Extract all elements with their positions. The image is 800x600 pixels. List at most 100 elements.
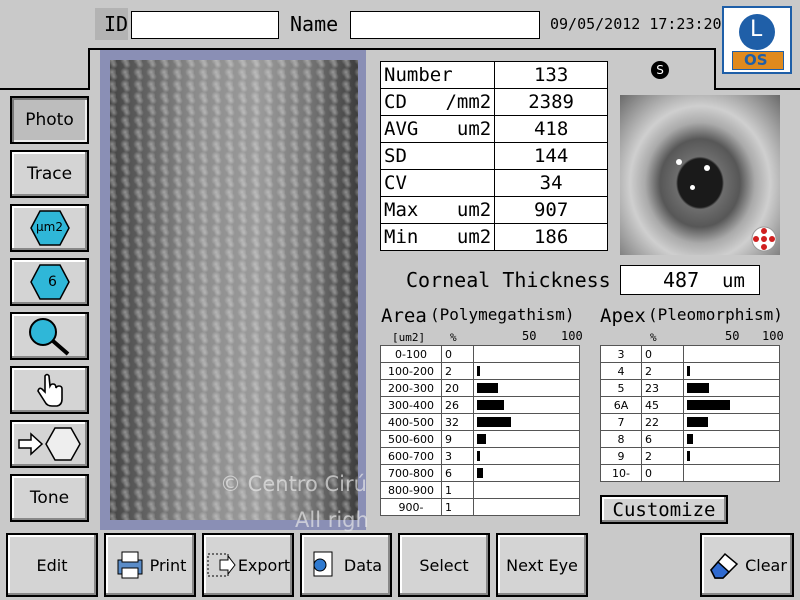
histogram-bar-cell — [473, 413, 580, 431]
histogram-bar-cell — [683, 379, 780, 397]
edit-label: Edit — [36, 555, 68, 575]
apex-title: Apex — [600, 305, 646, 327]
tab-outline-right — [714, 48, 716, 90]
histogram-bar-cell — [473, 498, 580, 516]
stats-value: 186 — [494, 223, 608, 251]
tone-button[interactable]: Tone — [10, 474, 89, 522]
stats-row: CV 34 — [379, 169, 608, 197]
histogram-bar — [477, 451, 481, 461]
eye-reflection-3 — [690, 185, 695, 190]
stats-label-cell: Min um2 — [379, 223, 496, 251]
eye-photo — [620, 95, 780, 255]
eye-reflection-2 — [704, 165, 710, 171]
eye-reflection-1 — [676, 159, 682, 165]
histogram-percent: 2 — [441, 362, 474, 380]
next-eye-button[interactable]: Next Eye — [496, 533, 588, 597]
area-title: Area — [381, 305, 427, 327]
histogram-bar-cell — [683, 345, 780, 363]
histogram-percent: 32 — [441, 413, 474, 431]
histogram-row: 30 — [600, 345, 780, 363]
endothelium-image[interactable] — [110, 60, 358, 520]
tone-label: Tone — [29, 488, 70, 508]
histogram-category: 9 — [600, 447, 642, 465]
stats-value: 34 — [494, 169, 608, 197]
histogram-row: 700-800 6 — [380, 464, 580, 482]
histogram-bar-cell — [473, 464, 580, 482]
stats-unit: /mm2 — [445, 91, 492, 113]
stats-row: AVG um2 418 — [379, 115, 608, 143]
histogram-category: 6A — [600, 396, 642, 414]
photo-button[interactable]: Photo — [10, 96, 89, 144]
stats-value: 2389 — [494, 88, 608, 116]
histogram-row: 500-600 9 — [380, 430, 580, 448]
histogram-percent: 1 — [441, 498, 474, 516]
photo-label: Photo — [25, 110, 74, 130]
histogram-bar-cell — [683, 396, 780, 414]
hand-button[interactable] — [10, 366, 89, 414]
corneal-unit: um — [722, 270, 745, 292]
arrow-hex-button[interactable] — [10, 420, 89, 468]
stats-label-cell: Max um2 — [379, 196, 496, 224]
id-field[interactable] — [131, 11, 279, 39]
histogram-category: 0-100 — [380, 345, 442, 363]
histogram-bar-cell — [473, 396, 580, 414]
histogram-bar-cell — [683, 447, 780, 465]
s-badge: S — [651, 61, 669, 79]
histogram-category: 7 — [600, 413, 642, 431]
name-field[interactable] — [350, 11, 540, 39]
histogram-row: 900- 1 — [380, 498, 580, 516]
stats-value: 144 — [494, 142, 608, 170]
histogram-bar — [477, 468, 484, 478]
histogram-row: 400-500 32 — [380, 413, 580, 431]
histogram-bar — [477, 383, 498, 393]
stats-label: Max — [384, 199, 419, 221]
export-button[interactable]: Export — [202, 533, 294, 597]
select-button[interactable]: Select — [398, 533, 490, 597]
edit-button[interactable]: Edit — [6, 533, 98, 597]
histogram-bar-cell — [683, 464, 780, 482]
histogram-category: 300-400 — [380, 396, 442, 414]
apex-histogram: 3 0 4 2 5 23 6A 45 7 22 8 6 9 2 10- 0 — [600, 345, 780, 482]
histogram-bar — [687, 383, 709, 393]
datetime: 09/05/2012 17:23:20 — [550, 15, 722, 33]
area-col-pct: % — [450, 331, 457, 344]
area-col-unit: [um2] — [392, 331, 426, 344]
target-marker-icon — [751, 226, 777, 252]
stats-label-cell: CD/mm2 — [379, 88, 496, 116]
zoom-button[interactable] — [10, 312, 89, 360]
tab-outline-base-right — [714, 88, 800, 90]
histogram-percent: 6 — [641, 430, 684, 448]
customize-button[interactable]: Customize — [600, 495, 728, 524]
export-icon — [207, 553, 236, 577]
clear-button[interactable]: Clear — [700, 533, 794, 597]
stats-label: AVG — [384, 118, 419, 140]
stats-unit: um2 — [456, 226, 492, 248]
data-button[interactable]: Data — [300, 533, 392, 597]
area-histogram: 0-100 0 100-200 2 200-300 20 300-400 26 400-500 3… — [380, 345, 580, 516]
stats-row: SD 144 — [379, 142, 608, 170]
histogram-category: 700-800 — [380, 464, 442, 482]
area-unit-button[interactable]: μm2 — [10, 204, 89, 252]
stats-value: 418 — [494, 115, 608, 143]
magnifier-icon — [28, 318, 69, 356]
histogram-category: 800-900 — [380, 481, 442, 499]
area-scale-100: 100 — [561, 329, 583, 343]
arrow-to-hexagon-icon — [17, 427, 81, 461]
stats-label: CV — [384, 172, 407, 194]
print-button[interactable]: Print — [104, 533, 196, 597]
histogram-percent: 2 — [641, 362, 684, 380]
trace-button[interactable]: Trace — [10, 150, 89, 198]
watermark-line2: All righ — [295, 508, 369, 532]
histogram-percent: 22 — [641, 413, 684, 431]
apex-count-button[interactable]: 6 — [10, 258, 89, 306]
histogram-bar-cell — [683, 413, 780, 431]
stats-label-cell: AVG um2 — [379, 115, 496, 143]
stats-row: Number 133 — [379, 61, 608, 89]
histogram-row: 800-900 1 — [380, 481, 580, 499]
histogram-bar-cell — [473, 481, 580, 499]
name-label: Name — [290, 12, 339, 36]
histogram-row: 42 — [600, 362, 780, 380]
histogram-bar — [687, 434, 693, 444]
histogram-category: 5 — [600, 379, 642, 397]
stats-row: Min um2 186 — [379, 223, 608, 251]
